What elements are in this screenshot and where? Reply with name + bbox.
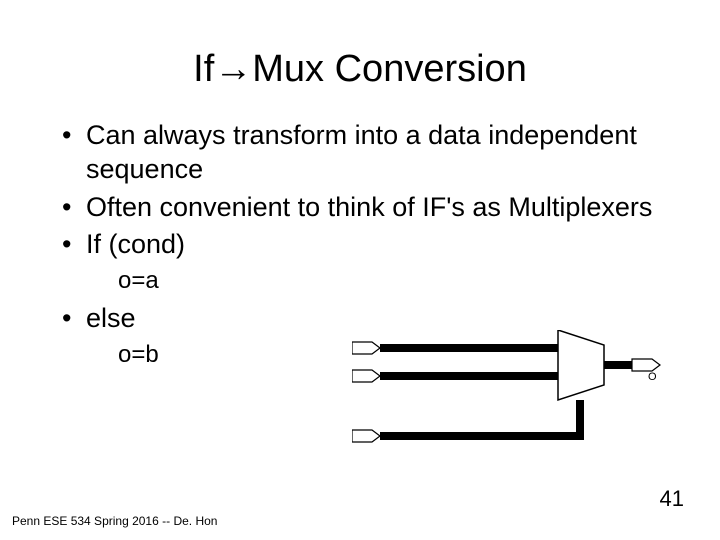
- bullet-item: If (cond): [60, 228, 660, 262]
- label-o: O: [648, 371, 657, 383]
- output-pin-o: O: [632, 359, 660, 383]
- bullet-item: Can always transform into a data indepen…: [60, 119, 660, 187]
- slide-title: If→Mux Conversion: [0, 0, 720, 91]
- wire: [604, 361, 632, 369]
- mux-diagram: A B C O: [352, 330, 662, 460]
- bullet-subitem: o=a: [60, 266, 660, 296]
- wire: [576, 400, 584, 440]
- wire: [380, 344, 558, 352]
- mux-icon: [558, 330, 604, 400]
- bullet-item: Often convenient to think of IF's as Mul…: [60, 191, 660, 225]
- footer-text: Penn ESE 534 Spring 2016 -- De. Hon: [12, 514, 217, 528]
- wire: [380, 372, 558, 380]
- wire: [380, 432, 580, 440]
- slide-body: Can always transform into a data indepen…: [0, 91, 720, 370]
- slide: If→Mux Conversion Can always transform i…: [0, 0, 720, 540]
- page-number: 41: [660, 486, 684, 512]
